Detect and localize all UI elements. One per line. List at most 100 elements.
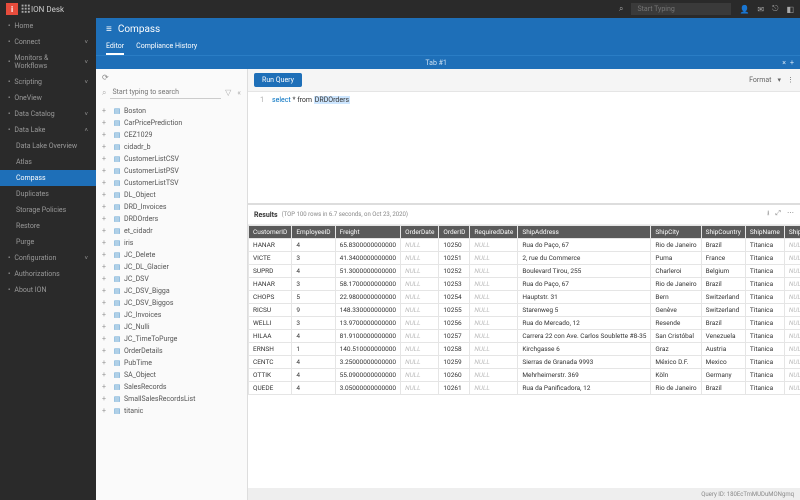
file-item[interactable]: +▤JC_Invoices bbox=[96, 309, 247, 321]
format-button[interactable]: Format bbox=[749, 76, 771, 84]
table-row[interactable]: HANAR358.1700000000000NULL10253NULLRua d… bbox=[249, 278, 800, 291]
table-row[interactable]: SUPRD451.3000000000000NULL10252NULLBoule… bbox=[249, 265, 800, 278]
sidebar-item-connect[interactable]: •Connect˅ bbox=[0, 34, 96, 50]
sidebar-item-duplicates[interactable]: Duplicates bbox=[0, 186, 96, 202]
expand-icon[interactable]: + bbox=[102, 143, 110, 151]
sidebar-item-home[interactable]: •Home bbox=[0, 18, 96, 34]
sidebar-item-storage-policies[interactable]: Storage Policies bbox=[0, 202, 96, 218]
expand-icon[interactable]: + bbox=[102, 107, 110, 115]
expand-icon[interactable]: + bbox=[102, 383, 110, 391]
file-item[interactable]: +▤JC_Delete bbox=[96, 249, 247, 261]
sidebar-item-data-lake[interactable]: •Data Lake˄ bbox=[0, 122, 96, 138]
tab-editor[interactable]: Editor bbox=[106, 39, 124, 55]
file-item[interactable]: +▤CarPricePrediction bbox=[96, 117, 247, 129]
file-item[interactable]: +▤DRD_Invoices bbox=[96, 201, 247, 213]
sidebar-item-restore[interactable]: Restore bbox=[0, 218, 96, 234]
add-tab-icon[interactable]: + bbox=[790, 59, 794, 67]
expand-icon[interactable]: + bbox=[102, 191, 110, 199]
column-header[interactable]: RequiredDate bbox=[470, 226, 518, 239]
table-row[interactable]: CENTC43.25000000000000NULL10259NULLSierr… bbox=[249, 356, 800, 369]
file-search-input[interactable] bbox=[110, 86, 221, 99]
file-item[interactable]: +▤CustomerListTSV bbox=[96, 177, 247, 189]
expand-icon[interactable]: + bbox=[102, 323, 110, 331]
expand-icon[interactable]: + bbox=[102, 251, 110, 259]
table-row[interactable]: QUEDE43.05000000000000NULL10261NULLRua d… bbox=[249, 382, 800, 395]
collapse-explorer-icon[interactable]: « bbox=[237, 88, 241, 97]
table-row[interactable]: OTTIK455.0900000000000NULL10260NULLMehrh… bbox=[249, 369, 800, 382]
sidebar-item-configuration[interactable]: •Configuration˅ bbox=[0, 250, 96, 266]
run-query-button[interactable]: Run Query bbox=[254, 73, 302, 87]
table-row[interactable]: RICSU9148.330000000000NULL10255NULLStare… bbox=[249, 304, 800, 317]
sidebar-item-scripting[interactable]: •Scripting˅ bbox=[0, 74, 96, 90]
expand-icon[interactable]: + bbox=[102, 395, 110, 403]
column-header[interactable]: OrderID bbox=[439, 226, 470, 239]
expand-icon[interactable]: + bbox=[102, 335, 110, 343]
expand-icon[interactable]: + bbox=[102, 179, 110, 187]
close-tab-icon[interactable]: × bbox=[782, 59, 786, 67]
sidebar-item-authorizations[interactable]: •Authorizations bbox=[0, 266, 96, 282]
sidebar-item-oneview[interactable]: •OneView bbox=[0, 90, 96, 106]
sidebar-item-purge[interactable]: Purge bbox=[0, 234, 96, 250]
file-item[interactable]: +▤JC_DSV bbox=[96, 273, 247, 285]
global-search-input[interactable] bbox=[631, 3, 731, 15]
hamburger-icon[interactable]: ≡ bbox=[106, 24, 112, 35]
more-icon[interactable]: ⋯ bbox=[787, 209, 794, 220]
column-header[interactable]: ShipAddress bbox=[518, 226, 651, 239]
file-item[interactable]: +▤SmallSalesRecordsList bbox=[96, 393, 247, 405]
filter-icon[interactable]: ▽ bbox=[225, 88, 231, 97]
table-row[interactable]: CHOPS522.9800000000000NULL10254NULLHaupt… bbox=[249, 291, 800, 304]
file-item[interactable]: +▤PubTime bbox=[96, 357, 247, 369]
expand-icon[interactable]: + bbox=[102, 131, 110, 139]
expand-icon[interactable]: + bbox=[102, 407, 110, 415]
file-item[interactable]: +▤SA_Object bbox=[96, 369, 247, 381]
file-item[interactable]: +▤titanic bbox=[96, 405, 247, 417]
share-icon[interactable]: ⎋ bbox=[772, 4, 778, 14]
expand-icon[interactable]: + bbox=[102, 371, 110, 379]
file-item[interactable]: +▤DL_Object bbox=[96, 189, 247, 201]
tab-compliance-history[interactable]: Compliance History bbox=[136, 39, 197, 55]
expand-icon[interactable]: + bbox=[102, 311, 110, 319]
more-icon[interactable]: ⋮ bbox=[787, 76, 794, 84]
file-item[interactable]: +▤JC_DSV_Bigga bbox=[96, 285, 247, 297]
file-item[interactable]: +▤JC_Nulli bbox=[96, 321, 247, 333]
sidebar-item-monitors-workflows[interactable]: •Monitors & Workflows˅ bbox=[0, 50, 96, 74]
apps-icon[interactable] bbox=[21, 4, 31, 14]
column-header[interactable]: CustomerID bbox=[249, 226, 292, 239]
expand-icon[interactable]: + bbox=[102, 203, 110, 211]
expand-icon[interactable]: + bbox=[102, 347, 110, 355]
file-item[interactable]: +▤iris bbox=[96, 237, 247, 249]
sidebar-item-atlas[interactable]: Atlas bbox=[0, 154, 96, 170]
file-item[interactable]: +▤cidadr_b bbox=[96, 141, 247, 153]
file-item[interactable]: +▤JC_TimeToPurge bbox=[96, 333, 247, 345]
bookmark-icon[interactable]: ◧ bbox=[786, 5, 794, 14]
sql-editor[interactable]: 1 select * from DRDOrders bbox=[248, 92, 800, 204]
table-row[interactable]: ERNSH1140.510000000000NULL10258NULLKirch… bbox=[249, 343, 800, 356]
user-icon[interactable]: 👤 bbox=[739, 5, 749, 14]
file-item[interactable]: +▤JC_DL_Glacier bbox=[96, 261, 247, 273]
column-header[interactable]: Freight bbox=[335, 226, 401, 239]
expand-icon[interactable]: + bbox=[102, 287, 110, 295]
chevron-down-icon[interactable]: ▾ bbox=[777, 76, 781, 84]
file-item[interactable]: +▤CEZ1029 bbox=[96, 129, 247, 141]
expand-icon[interactable]: + bbox=[102, 263, 110, 271]
file-item[interactable]: +▤et_cidadr bbox=[96, 225, 247, 237]
expand-icon[interactable]: + bbox=[102, 167, 110, 175]
expand-icon[interactable]: + bbox=[102, 239, 110, 247]
sidebar-item-about-ion[interactable]: •About ION bbox=[0, 282, 96, 298]
column-header[interactable]: OrderDate bbox=[401, 226, 439, 239]
mail-icon[interactable]: ✉ bbox=[757, 5, 764, 14]
expand-icon[interactable]: + bbox=[102, 275, 110, 283]
sidebar-item-data-lake-overview[interactable]: Data Lake Overview bbox=[0, 138, 96, 154]
file-item[interactable]: +▤SalesRecords bbox=[96, 381, 247, 393]
file-item[interactable]: +▤CustomerListPSV bbox=[96, 165, 247, 177]
file-item[interactable]: +▤DRDOrders bbox=[96, 213, 247, 225]
file-item[interactable]: +▤JC_DSV_Biggos bbox=[96, 297, 247, 309]
file-item[interactable]: +▤CustomerListCSV bbox=[96, 153, 247, 165]
expand-icon[interactable]: + bbox=[102, 215, 110, 223]
expand-icon[interactable]: + bbox=[102, 227, 110, 235]
column-header[interactable]: ShipName bbox=[745, 226, 784, 239]
expand-icon[interactable]: + bbox=[102, 299, 110, 307]
table-row[interactable]: HILAA481.9100000000000NULL10257NULLCarre… bbox=[249, 330, 800, 343]
sidebar-item-compass[interactable]: Compass bbox=[0, 170, 96, 186]
expand-icon[interactable]: + bbox=[102, 119, 110, 127]
